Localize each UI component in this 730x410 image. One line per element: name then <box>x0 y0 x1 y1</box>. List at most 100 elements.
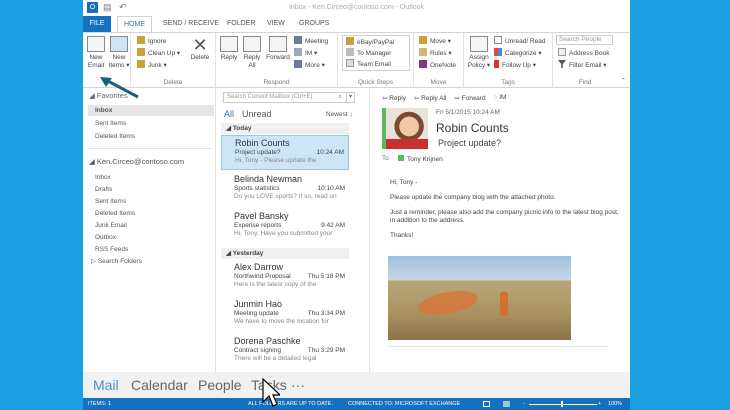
message-time: Thu 3:34 PM <box>307 310 345 317</box>
search-mailbox-input[interactable]: Search Current Mailbox (Ctrl+E) ⌕ ▾ <box>223 92 355 103</box>
pointer-arrow-annotation <box>100 77 139 99</box>
quick-step-team-email[interactable]: Team Email <box>346 59 391 70</box>
address-book-button[interactable]: Address Book <box>558 48 609 59</box>
reply-all-action[interactable]: ⇦ Reply All <box>414 94 447 102</box>
filter-icon <box>558 60 566 68</box>
message-list: Search Current Mailbox (Ctrl+E) ⌕ ▾ All Un… <box>218 88 370 372</box>
normal-view-icon[interactable] <box>483 401 490 407</box>
zoom-in-icon[interactable]: + <box>598 398 601 410</box>
meeting-button[interactable]: Meeting <box>294 36 328 47</box>
sender-photo <box>382 108 428 149</box>
delete-button[interactable]: ✕ Delete <box>187 36 213 62</box>
sort-newest[interactable]: Newest ↓ <box>326 111 353 118</box>
reading-view-icon[interactable] <box>503 401 510 407</box>
new-items-icon <box>110 36 128 52</box>
follow-up-button[interactable]: Follow Up ▾ <box>494 60 536 71</box>
meeting-icon <box>294 36 302 44</box>
to-label: To <box>382 155 389 162</box>
message-subject: Northwind Proposal Thu 5:18 PM <box>234 273 345 280</box>
junk-button[interactable]: Junk ▾ <box>137 60 167 71</box>
unread-read-button[interactable]: Unread/ Read <box>494 36 545 47</box>
new-items-button[interactable]: New Items ▾ <box>108 36 130 70</box>
forward-action[interactable]: ⇨ Forward <box>454 94 485 102</box>
tab-send-receive[interactable]: SEND / RECEIVE <box>157 16 225 32</box>
categorize-button[interactable]: Categorize ▾ <box>494 48 542 59</box>
folder-rss-feeds[interactable]: RSS Feeds <box>95 244 128 255</box>
folder-junk-email[interactable]: Junk Email <box>95 220 127 231</box>
kite-shape <box>416 284 480 322</box>
reply-button[interactable]: Reply <box>218 36 240 62</box>
favorite-inbox[interactable]: Inbox <box>88 105 214 116</box>
forward-button[interactable]: Forward <box>264 36 292 62</box>
recipient[interactable]: Tony Krijnen <box>398 155 443 163</box>
clean-up-button[interactable]: Clean Up ▾ <box>137 48 180 59</box>
nav-people[interactable]: People <box>198 377 242 393</box>
quick-step-to-manager[interactable]: To Manager <box>346 48 391 59</box>
message-item[interactable]: Alex Darrow Northwind Proposal Thu 5:18 PM… <box>221 260 349 295</box>
tab-file[interactable]: FILE <box>83 16 111 32</box>
message-item[interactable]: Pavel Bansky Expense reports 9:42 AM Hi, To… <box>221 209 349 244</box>
ignore-button[interactable]: Ignore <box>137 36 166 47</box>
group-header-today[interactable]: ◢ Today <box>221 123 349 134</box>
quick-step-ebay[interactable]: eBay/PayPal <box>346 37 394 48</box>
tab-groups[interactable]: GROUPS <box>293 16 335 32</box>
message-item[interactable]: Belinda Newman Sports statistics 10:10 AM D… <box>221 172 349 207</box>
search-people-input[interactable]: Search People <box>556 35 613 45</box>
message-item[interactable]: Junmin Hao Meeting update Thu 3:34 PM We ha… <box>221 297 349 332</box>
im-button[interactable]: IM ▾ <box>294 48 317 59</box>
message-time: 10:10 AM <box>317 185 345 192</box>
filter-email-button[interactable]: Filter Email ▾ <box>558 60 607 71</box>
folder-search-folders[interactable]: ▷ Search Folders <box>91 256 142 267</box>
filter-unread[interactable]: Unread <box>242 109 272 119</box>
group-header-yesterday[interactable]: ◢ Yesterday <box>221 248 349 259</box>
navigation-bar: Mail Calendar People Tasks ··· <box>83 372 630 398</box>
message-time: 10:24 AM <box>316 149 344 156</box>
forward-icon <box>269 36 287 52</box>
quick-steps-gallery: eBay/PayPal To Manager Team Email <box>342 35 410 71</box>
folder-sent-items[interactable]: Sent Items <box>95 196 126 207</box>
message-subject: Sports statistics 10:10 AM <box>234 185 345 192</box>
zoom-out-icon[interactable]: - <box>523 398 525 410</box>
message-time: Thu 3:29 PM <box>307 347 345 354</box>
message-item[interactable]: Dorena Paschke Contract signing Thu 3:29 P… <box>221 334 349 369</box>
quick-steps-group: eBay/PayPal To Manager Team Email Quick … <box>338 33 414 88</box>
account-header[interactable]: ◢ Ken.Circeo@contoso.com <box>89 156 184 167</box>
window-title: Inbox - Ken.Circeo@contoso.com - Outlook <box>288 4 425 11</box>
sender-name[interactable]: Robin Counts <box>436 121 509 135</box>
ribbon: New Email New Items ▾ Ignore Clean Up ▾ … <box>83 32 630 88</box>
reply-action[interactable]: ⇦ Reply <box>382 94 406 102</box>
folder-deleted-items[interactable]: Deleted Items <box>95 208 135 219</box>
collapse-ribbon-icon[interactable]: ⌃ <box>620 77 626 85</box>
reply-all-button[interactable]: Reply All <box>241 36 263 70</box>
more-button[interactable]: More ▾ <box>294 60 325 71</box>
nav-more[interactable]: ··· <box>291 377 305 393</box>
tab-folder[interactable]: FOLDER <box>221 16 261 32</box>
assign-policy-button[interactable]: Assign Policy ▾ <box>466 36 492 70</box>
message-sender: Belinda Newman <box>234 174 303 184</box>
im-action[interactable]: ◌ IM <box>494 94 507 102</box>
zoom-slider[interactable] <box>529 404 597 405</box>
ignore-icon <box>137 36 145 44</box>
tab-home[interactable]: HOME <box>117 16 152 32</box>
filter-all[interactable]: All <box>224 109 234 119</box>
search-icon: ⌕ <box>338 94 342 100</box>
zoom-slider-thumb[interactable] <box>561 401 563 407</box>
favorite-deleted-items[interactable]: Deleted Items <box>95 131 135 142</box>
move-button[interactable]: Move ▾ <box>419 36 451 47</box>
folder-inbox[interactable]: Inbox <box>95 172 111 183</box>
presence-icon <box>398 155 404 161</box>
folder-outbox[interactable]: Outbox <box>95 232 116 243</box>
folder-drafts[interactable]: Drafts <box>95 184 112 195</box>
favorite-sent-items[interactable]: Sent Items <box>95 118 126 129</box>
email-subject: Project update? <box>438 138 502 148</box>
rules-button[interactable]: Rules ▾ <box>419 48 452 59</box>
tab-view[interactable]: VIEW <box>261 16 291 32</box>
message-item[interactable]: Robin Counts Project update? 10:24 AM Hi, T… <box>221 135 349 170</box>
onenote-button[interactable]: OneNote <box>419 60 456 71</box>
reading-actions: ⇦ Reply ⇦ Reply All ⇨ Forward ◌ IM <box>382 94 506 102</box>
reading-pane: ⇦ Reply ⇦ Reply All ⇨ Forward ◌ IM Fri 5… <box>370 88 630 372</box>
message-preview: Here is the latest copy of the <box>234 281 317 288</box>
new-email-button[interactable]: New Email <box>85 36 107 70</box>
nav-calendar[interactable]: Calendar <box>131 377 188 393</box>
nav-mail[interactable]: Mail <box>93 377 119 393</box>
